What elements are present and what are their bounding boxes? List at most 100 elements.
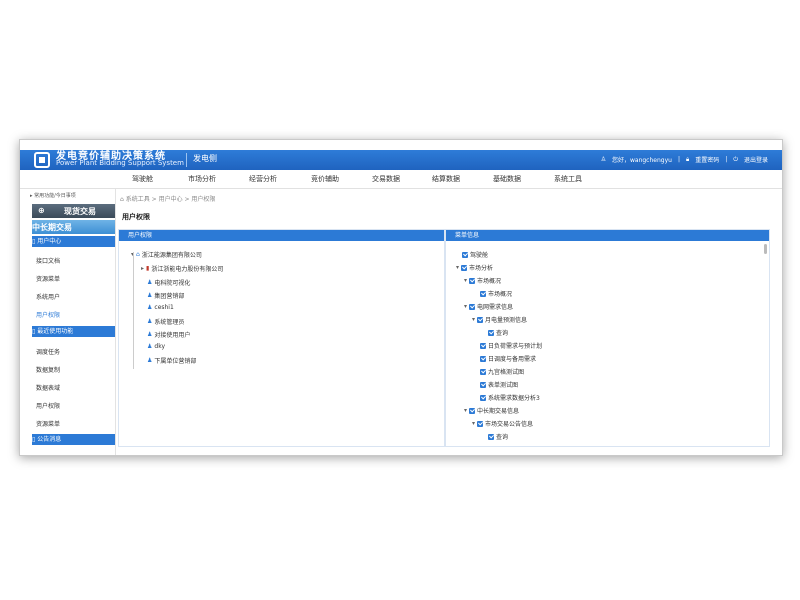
sidebar-recent-header[interactable]: ▸ 常用功能/今日事项 <box>30 192 76 199</box>
tree-guide-line <box>133 252 134 369</box>
main-nav: 驾驶舱 市场分析 经营分析 竞价辅助 交易数据 结算数据 基础数据 系统工具 <box>20 170 782 189</box>
checkbox[interactable] <box>462 251 468 258</box>
user-icon: ♟ <box>147 331 153 338</box>
scrollbar[interactable] <box>764 244 767 254</box>
sidebar: ▸ 常用功能/今日事项 ⊕ 现货交易 中长期交易 ▯ 用户中心 接口文档 资源菜… <box>20 189 116 455</box>
expand-icon[interactable]: ▾ <box>472 316 475 323</box>
user-permission-panel: 用户权限 ▾ ⌂ 浙江能源集团有限公司 ▸ ▮ 浙江浙能电力股份有限公司 ♟电科… <box>118 229 445 447</box>
logo-icon <box>34 152 50 168</box>
user-icon: ♟ <box>147 279 153 286</box>
menu-node[interactable]: ▾ 中长期交易信息 <box>464 406 519 415</box>
user-icon: ♟ <box>147 357 153 364</box>
checkbox[interactable] <box>461 264 468 271</box>
tree-node-root[interactable]: ▾ ⌂ 浙江能源集团有限公司 <box>131 250 202 259</box>
expand-icon[interactable]: ▾ <box>464 407 467 414</box>
menu-node[interactable]: ▾ 市场交易公告信息 <box>472 419 533 428</box>
checkbox[interactable] <box>480 342 486 349</box>
checkbox[interactable] <box>480 290 486 297</box>
menu-node[interactable]: ▾ 月电量预测信息 <box>472 315 527 324</box>
user-icon: ♟ <box>147 304 153 311</box>
header-divider <box>186 153 187 167</box>
target-icon: ⊕ <box>38 206 45 215</box>
expand-icon[interactable]: ▾ <box>456 264 459 271</box>
tree-node-org[interactable]: ▸ ▮ 浙江浙能电力股份有限公司 <box>141 264 223 273</box>
sidebar-item-user-permissions[interactable]: 用户权限 <box>36 310 60 319</box>
checkbox[interactable] <box>477 420 484 427</box>
checkbox[interactable] <box>477 316 484 323</box>
sidebar-group-recent[interactable]: ▯ 最近使用功能 <box>32 326 115 337</box>
nav-item-system-tools[interactable]: 系统工具 <box>554 174 582 184</box>
checkbox[interactable] <box>480 355 486 362</box>
side-label: 发电侧 <box>193 154 217 163</box>
checkbox[interactable] <box>488 329 494 336</box>
tree-node-user[interactable]: ♟ ceshi1 <box>147 304 174 311</box>
menu-node[interactable]: ▾ 市场概况 <box>464 276 501 285</box>
top-header: 发电竞价辅助决策系统 Power Plant Bidding Support S… <box>20 150 782 170</box>
logout-link[interactable]: 退出登录 <box>744 155 768 164</box>
panel-header: 菜单信息 <box>446 230 769 241</box>
tree-node-user[interactable]: ♟ 下属单位营销部 <box>147 356 196 365</box>
home-icon: ⌂ <box>120 196 124 203</box>
sidebar-item-resource-menu-recent[interactable]: 资源菜单 <box>36 419 60 428</box>
sidebar-item-data-table[interactable]: 数据表域 <box>36 383 60 392</box>
user-icon: ♟ <box>147 292 153 299</box>
spot-trade-banner[interactable]: ⊕ 现货交易 <box>32 204 115 218</box>
house-icon: ⌂ <box>136 251 140 258</box>
reset-password-link[interactable]: 重置密码 <box>695 155 719 164</box>
checkbox[interactable] <box>469 407 476 414</box>
menu-node[interactable]: 市场概况 <box>480 289 512 298</box>
checkbox[interactable] <box>480 368 486 375</box>
user-greeting: 您好，wangchengyu <box>611 157 672 164</box>
menu-node[interactable]: 九宫格测试图 <box>480 367 524 376</box>
separator: | <box>725 156 728 163</box>
nav-item-base-data[interactable]: 基础数据 <box>493 174 521 184</box>
nav-item-cockpit[interactable]: 驾驶舱 <box>132 174 153 184</box>
page-title: 用户权限 <box>122 213 150 221</box>
mid-long-trade-banner[interactable]: 中长期交易 <box>32 220 115 234</box>
nav-item-operation[interactable]: 经营分析 <box>249 174 277 184</box>
menu-node[interactable]: 查询 <box>488 328 508 337</box>
checkbox[interactable] <box>480 394 486 401</box>
tree-node-user[interactable]: ♟ 对接使用用户 <box>147 330 190 339</box>
building-icon: ▮ <box>146 265 150 272</box>
tree-node-user[interactable]: ♟ 系统管理员 <box>147 317 184 326</box>
expand-icon[interactable]: ▸ <box>141 265 144 272</box>
sidebar-item-api-docs[interactable]: 接口文档 <box>36 256 60 265</box>
menu-node[interactable]: 驾驶舱 <box>462 250 488 259</box>
checkbox[interactable] <box>469 277 476 284</box>
sidebar-item-system-users[interactable]: 系统用户 <box>36 292 60 301</box>
menu-node[interactable]: ▾ 电网需求信息 <box>464 302 513 311</box>
menu-node[interactable]: 表单测试图 <box>480 380 518 389</box>
expand-icon[interactable]: ▾ <box>464 277 467 284</box>
power-icon: ⏻ <box>733 155 738 163</box>
checkbox[interactable] <box>469 303 476 310</box>
menu-node[interactable]: 日调度与备用需求 <box>480 354 536 363</box>
app-window: 发电竞价辅助决策系统 Power Plant Bidding Support S… <box>19 139 783 456</box>
menu-node[interactable]: 日负荷需求与预计划 <box>480 341 542 350</box>
menu-info-panel: 菜单信息 驾驶舱 ▾ 市场分析 ▾ 市场概况 市场概况 ▾ 电网需求信息 ▾ 月电量预测… <box>445 229 770 447</box>
menu-node[interactable]: 查询 <box>488 432 508 441</box>
tree-node-user[interactable]: ♟ 集团营销部 <box>147 291 184 300</box>
tree-node-user[interactable]: ♟ 电科院可视化 <box>147 278 190 287</box>
user-icon: ♟ <box>147 318 153 325</box>
sidebar-item-data-copy[interactable]: 数据复制 <box>36 365 60 374</box>
tree-node-user[interactable]: ♟ dky <box>147 343 165 350</box>
menu-node[interactable]: ▾ 市场分析 <box>456 263 493 272</box>
nav-item-bidding[interactable]: 竞价辅助 <box>311 174 339 184</box>
nav-item-market[interactable]: 市场分析 <box>188 174 216 184</box>
expand-icon[interactable]: ▾ <box>464 303 467 310</box>
breadcrumb: ⌂ 系统工具 > 用户中心 > 用户权限 <box>120 196 216 203</box>
checkbox[interactable] <box>480 381 486 388</box>
user-icon: ♟ <box>147 343 153 350</box>
nav-item-trade-data[interactable]: 交易数据 <box>372 174 400 184</box>
separator: | <box>677 156 680 163</box>
sidebar-item-dispatch-task[interactable]: 调度任务 <box>36 347 60 356</box>
menu-node[interactable]: 系统需求数据分析3 <box>480 393 540 402</box>
sidebar-item-resource-menu[interactable]: 资源菜单 <box>36 274 60 283</box>
sidebar-group-user-center[interactable]: ▯ 用户中心 <box>32 236 115 247</box>
checkbox[interactable] <box>488 433 494 440</box>
sidebar-item-user-permissions-recent[interactable]: 用户权限 <box>36 401 60 410</box>
nav-item-settlement[interactable]: 结算数据 <box>432 174 460 184</box>
expand-icon[interactable]: ▾ <box>472 420 475 427</box>
sidebar-group-notices[interactable]: ▯ 公告消息 <box>32 434 115 445</box>
